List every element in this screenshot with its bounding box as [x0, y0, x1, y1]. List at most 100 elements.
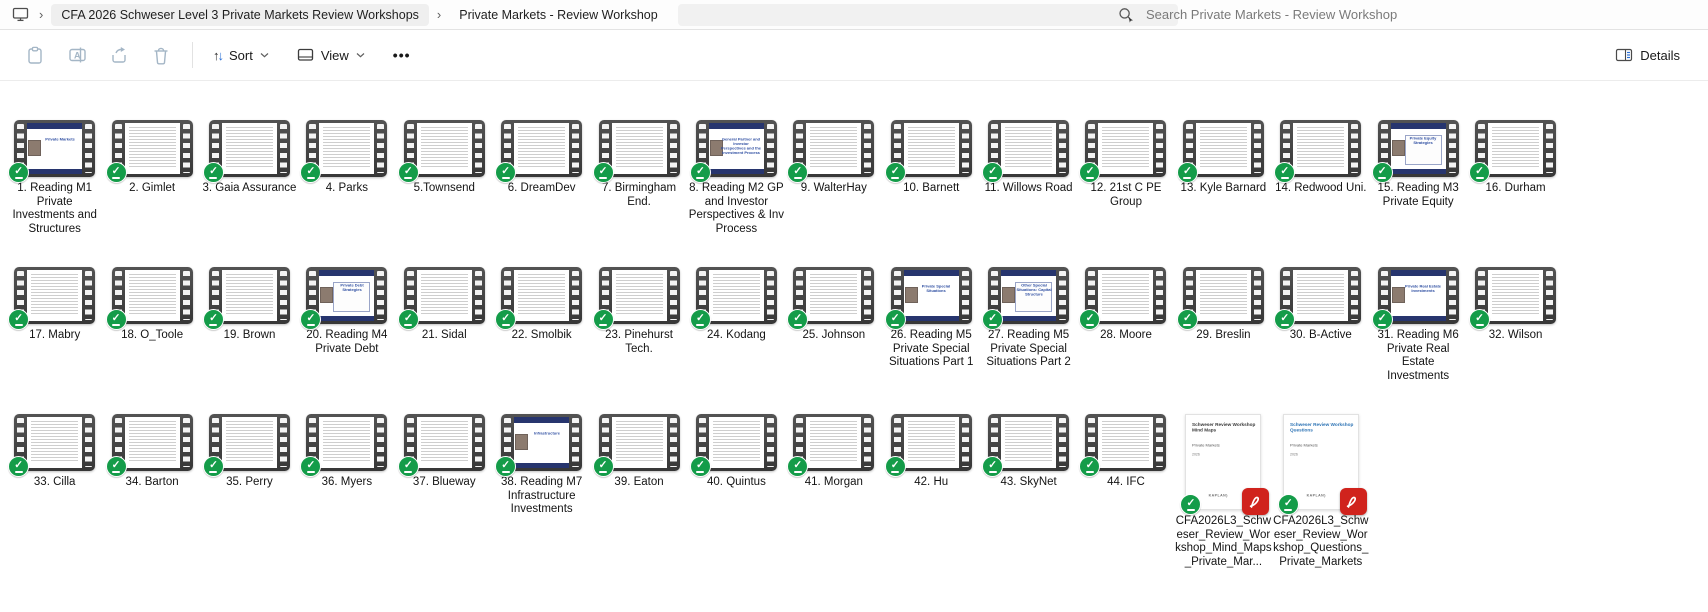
file-label[interactable]: 7. Birmingham End.: [591, 182, 688, 209]
file-tile[interactable]: ✓ 4. Parks: [298, 120, 395, 267]
file-tile[interactable]: ✓ 9. WalterHay: [785, 120, 882, 267]
file-tile[interactable]: ✓ 42. Hu: [883, 414, 980, 561]
file-label[interactable]: 39. Eaton: [614, 476, 663, 490]
file-label[interactable]: 22. Smolbik: [512, 329, 572, 343]
file-tile[interactable]: ✓ 5.Townsend: [396, 120, 493, 267]
file-tile[interactable]: ✓ 29. Breslin: [1175, 267, 1272, 414]
file-tile[interactable]: ✓ 14. Redwood Uni.: [1272, 120, 1369, 267]
file-label[interactable]: 25. Johnson: [802, 329, 865, 343]
file-tile[interactable]: ✓ 40. Quintus: [688, 414, 785, 561]
address-bar-empty-area[interactable]: [678, 4, 1178, 26]
file-tile[interactable]: ✓ 44. IFC: [1077, 414, 1174, 561]
file-label[interactable]: 44. IFC: [1107, 476, 1145, 490]
file-tile[interactable]: ✓ 41. Morgan: [785, 414, 882, 561]
file-tile[interactable]: ✓ 11. Willows Road: [980, 120, 1077, 267]
file-label[interactable]: 23. Pinehurst Tech.: [591, 329, 688, 356]
file-label[interactable]: 10. Barnett: [903, 182, 959, 196]
file-label[interactable]: 8. Reading M2 GP and Investor Perspectiv…: [688, 182, 785, 236]
file-tile[interactable]: ✓ 18. O_Toole: [103, 267, 200, 414]
file-label[interactable]: 3. Gaia Assurance: [202, 182, 296, 196]
file-label[interactable]: 17. Mabry: [29, 329, 80, 343]
file-tile[interactable]: ✓ 35. Perry: [201, 414, 298, 561]
file-tile[interactable]: Private Real Estate Investments ✓ 31. Re…: [1369, 267, 1466, 414]
file-tile[interactable]: ✓ 17. Mabry: [6, 267, 103, 414]
file-tile[interactable]: ✓ 36. Myers: [298, 414, 395, 561]
file-tile[interactable]: ✓ 2. Gimlet: [103, 120, 200, 267]
file-tile[interactable]: Private Special Situations ✓ 26. Reading…: [883, 267, 980, 414]
file-label[interactable]: 4. Parks: [326, 182, 368, 196]
details-button[interactable]: Details: [1605, 40, 1690, 71]
breadcrumb-parent-folder[interactable]: CFA 2026 Schweser Level 3 Private Market…: [51, 4, 429, 26]
file-label[interactable]: CFA2026L3_Schweser_Review_Workshop_Quest…: [1272, 515, 1369, 569]
file-label[interactable]: 33. Cilla: [34, 476, 76, 490]
file-label[interactable]: 20. Reading M4 Private Debt: [298, 329, 395, 356]
share-button[interactable]: [98, 38, 140, 72]
file-label[interactable]: 28. Moore: [1100, 329, 1152, 343]
file-tile[interactable]: ✓ 24. Kodang: [688, 267, 785, 414]
file-label[interactable]: 42. Hu: [914, 476, 948, 490]
file-tile[interactable]: ✓ 19. Brown: [201, 267, 298, 414]
file-label[interactable]: 2. Gimlet: [129, 182, 175, 196]
file-tile[interactable]: Private Markets ✓ 1. Reading M1 Private …: [6, 120, 103, 267]
file-tile[interactable]: Schweser Review Workshop Mind Maps Priva…: [1175, 414, 1272, 561]
file-label[interactable]: 6. DreamDev: [508, 182, 576, 196]
file-label[interactable]: 29. Breslin: [1196, 329, 1250, 343]
file-tile[interactable]: Infrastructure ✓ 38. Reading M7 Infrastr…: [493, 414, 590, 561]
file-tile[interactable]: General Partner and Investor Perspective…: [688, 120, 785, 267]
search-box[interactable]: [1108, 2, 1698, 27]
file-tile[interactable]: ✓ 23. Pinehurst Tech.: [590, 267, 687, 414]
file-label[interactable]: 36. Myers: [322, 476, 373, 490]
file-label[interactable]: 30. B-Active: [1290, 329, 1352, 343]
file-tile[interactable]: ✓ 34. Barton: [103, 414, 200, 561]
file-tile[interactable]: ✓ 3. Gaia Assurance: [201, 120, 298, 267]
file-label[interactable]: 21. Sidal: [422, 329, 467, 343]
file-label[interactable]: 43. SkyNet: [1000, 476, 1056, 490]
delete-button[interactable]: [140, 38, 182, 73]
file-label[interactable]: 26. Reading M5 Private Special Situation…: [883, 329, 980, 370]
file-label[interactable]: 41. Morgan: [805, 476, 863, 490]
rename-button[interactable]: A: [56, 38, 98, 72]
file-label[interactable]: 5.Townsend: [414, 182, 475, 196]
file-label[interactable]: 38. Reading M7 Infrastructure Investment…: [493, 476, 590, 517]
file-label[interactable]: 16. Durham: [1486, 182, 1546, 196]
file-tile[interactable]: Private Debt Strategies ✓ 20. Reading M4…: [298, 267, 395, 414]
file-tile[interactable]: ✓ 33. Cilla: [6, 414, 103, 561]
file-tile[interactable]: ✓ 6. DreamDev: [493, 120, 590, 267]
file-tile[interactable]: ✓ 25. Johnson: [785, 267, 882, 414]
file-tile[interactable]: ✓ 39. Eaton: [590, 414, 687, 561]
file-tile[interactable]: ✓ 32. Wilson: [1467, 267, 1564, 414]
file-tile[interactable]: ✓ 12. 21st C PE Group: [1077, 120, 1174, 267]
file-tile[interactable]: Schweser Review Workshop Questions Priva…: [1272, 414, 1369, 561]
search-input[interactable]: [1144, 6, 1698, 23]
file-label[interactable]: 24. Kodang: [707, 329, 766, 343]
file-label[interactable]: 9. WalterHay: [801, 182, 867, 196]
file-label[interactable]: 19. Brown: [224, 329, 276, 343]
file-tile[interactable]: Other Special Situations: Capital Struct…: [980, 267, 1077, 414]
file-label[interactable]: 32. Wilson: [1489, 329, 1543, 343]
file-label[interactable]: 37. Blueway: [413, 476, 476, 490]
file-label[interactable]: 12. 21st C PE Group: [1077, 182, 1174, 209]
file-label[interactable]: 11. Willows Road: [985, 182, 1073, 196]
file-tile[interactable]: ✓ 10. Barnett: [883, 120, 980, 267]
sort-button[interactable]: ↑↓ Sort: [203, 40, 279, 71]
this-pc-button[interactable]: [10, 5, 31, 24]
file-label[interactable]: 27. Reading M5 Private Special Situation…: [980, 329, 1077, 370]
file-label[interactable]: CFA2026L3_Schweser_Review_Workshop_Mind_…: [1175, 515, 1272, 569]
file-label[interactable]: 14. Redwood Uni.: [1275, 182, 1366, 196]
file-tile[interactable]: ✓ 22. Smolbik: [493, 267, 590, 414]
file-tile[interactable]: ✓ 21. Sidal: [396, 267, 493, 414]
file-tile[interactable]: ✓ 13. Kyle Barnard: [1175, 120, 1272, 267]
file-tile[interactable]: ✓ 37. Blueway: [396, 414, 493, 561]
file-tile[interactable]: ✓ 7. Birmingham End.: [590, 120, 687, 267]
breadcrumb-current-folder[interactable]: Private Markets - Review Workshop: [449, 4, 667, 26]
file-label[interactable]: 1. Reading M1 Private Investments and St…: [6, 182, 103, 236]
file-label[interactable]: 31. Reading M6 Private Real Estate Inves…: [1370, 329, 1467, 383]
more-options-button[interactable]: •••: [383, 39, 421, 71]
file-tile[interactable]: ✓ 28. Moore: [1077, 267, 1174, 414]
paste-button[interactable]: [14, 38, 56, 73]
file-tile[interactable]: ✓ 16. Durham: [1467, 120, 1564, 267]
file-label[interactable]: 35. Perry: [226, 476, 273, 490]
file-label[interactable]: 40. Quintus: [707, 476, 766, 490]
file-label[interactable]: 34. Barton: [126, 476, 179, 490]
file-tile[interactable]: ✓ 30. B-Active: [1272, 267, 1369, 414]
